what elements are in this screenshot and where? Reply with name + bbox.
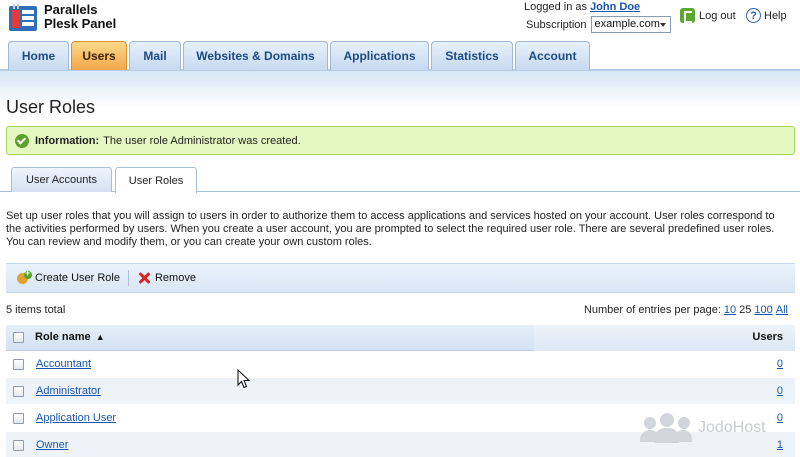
create-user-role-button[interactable]: Create User Role: [16, 268, 120, 286]
brand-line2: Plesk Panel: [44, 16, 117, 31]
role-name-link[interactable]: Administrator: [36, 385, 101, 397]
help-icon: ?: [746, 8, 761, 23]
tab-account[interactable]: Account: [515, 41, 590, 70]
users-column-header[interactable]: Users: [752, 331, 783, 343]
info-text: The user role Administrator was created.: [103, 134, 301, 147]
subscription-label: Subscription: [526, 18, 587, 31]
tab-statistics[interactable]: Statistics: [431, 41, 513, 70]
subtabs: User Accounts User Roles: [0, 167, 800, 193]
people-icon: [640, 413, 692, 443]
table-row: Administrator 0: [6, 378, 795, 405]
info-label: Information:: [35, 134, 100, 147]
help-label: Help: [764, 9, 787, 22]
table-header: Role name ▲ Users: [6, 325, 795, 351]
entries-per-page: Number of entries per page: 10 25 100 Al…: [584, 304, 788, 316]
tab-users[interactable]: Users: [71, 41, 127, 70]
page-title: User Roles: [6, 97, 96, 117]
per-page-10[interactable]: 10: [724, 304, 736, 316]
brand-name: Parallels Plesk Panel: [44, 3, 116, 31]
tab-home[interactable]: Home: [8, 41, 69, 70]
tab-websites-domains[interactable]: Websites & Domains: [183, 41, 328, 70]
mouse-cursor-icon: [237, 369, 251, 389]
subscription-value: example.com: [594, 18, 660, 30]
per-page-all[interactable]: All: [776, 304, 788, 316]
plesk-logo-icon: [9, 4, 37, 31]
role-name-link[interactable]: Application User: [36, 412, 116, 424]
row-checkbox[interactable]: [13, 386, 24, 397]
check-circle-icon: [15, 133, 29, 148]
select-all-checkbox[interactable]: [13, 332, 24, 343]
tab-mail[interactable]: Mail: [129, 41, 181, 70]
role-name-header-label: Role name: [35, 331, 91, 343]
main-nav: Home Users Mail Websites & Domains Appli…: [0, 40, 800, 71]
sort-ascending-icon: ▲: [95, 332, 105, 342]
table-row: Accountant 0: [6, 351, 795, 378]
logged-in-info: Logged in as John Doe: [524, 1, 640, 13]
items-total: 5 items total: [6, 304, 66, 316]
remove-icon: [137, 271, 151, 285]
logout-button[interactable]: Log out: [680, 8, 736, 23]
subscription-selector: Subscription example.com: [526, 16, 671, 33]
toolbar-divider: [127, 270, 129, 286]
chevron-down-icon: [659, 23, 666, 27]
info-message: Information: The user role Administrator…: [6, 126, 795, 155]
per-page-label: Number of entries per page:: [583, 304, 721, 316]
role-users-count[interactable]: 0: [777, 358, 783, 370]
help-button[interactable]: ? Help: [746, 8, 787, 23]
brand-line1: Parallels: [44, 2, 98, 17]
logged-in-label: Logged in as: [524, 1, 587, 13]
page-description: Set up user roles that you will assign t…: [6, 210, 775, 248]
list-toolbar: Create User Role Remove: [6, 263, 795, 293]
top-bar: Parallels Plesk Panel Logged in as John …: [0, 0, 800, 40]
subscription-select[interactable]: example.com: [590, 16, 671, 33]
create-user-role-label: Create User Role: [35, 272, 120, 284]
per-page-100[interactable]: 100: [754, 304, 772, 316]
remove-label: Remove: [154, 272, 196, 284]
tab-user-accounts[interactable]: User Accounts: [11, 167, 112, 192]
watermark-text: JodoHost: [698, 419, 766, 436]
logout-icon: [680, 8, 695, 23]
row-checkbox[interactable]: [13, 359, 24, 370]
add-role-icon: [16, 268, 32, 286]
role-name-link[interactable]: Accountant: [36, 358, 91, 370]
role-name-column-header[interactable]: Role name ▲: [35, 331, 105, 343]
user-name-link[interactable]: John Doe: [590, 1, 640, 13]
remove-button[interactable]: Remove: [137, 271, 196, 285]
logout-label: Log out: [699, 9, 736, 22]
role-users-count[interactable]: 0: [777, 412, 783, 424]
role-users-count[interactable]: 0: [777, 385, 783, 397]
title-band: [0, 71, 800, 125]
watermark: JodoHost: [640, 413, 766, 443]
role-users-count[interactable]: 1: [777, 439, 783, 451]
tab-user-roles[interactable]: User Roles: [115, 167, 197, 193]
row-checkbox[interactable]: [13, 413, 24, 424]
role-name-link[interactable]: Owner: [36, 439, 68, 451]
tab-applications[interactable]: Applications: [330, 41, 429, 70]
per-page-25-current: 25: [739, 304, 752, 316]
row-checkbox[interactable]: [13, 440, 24, 451]
